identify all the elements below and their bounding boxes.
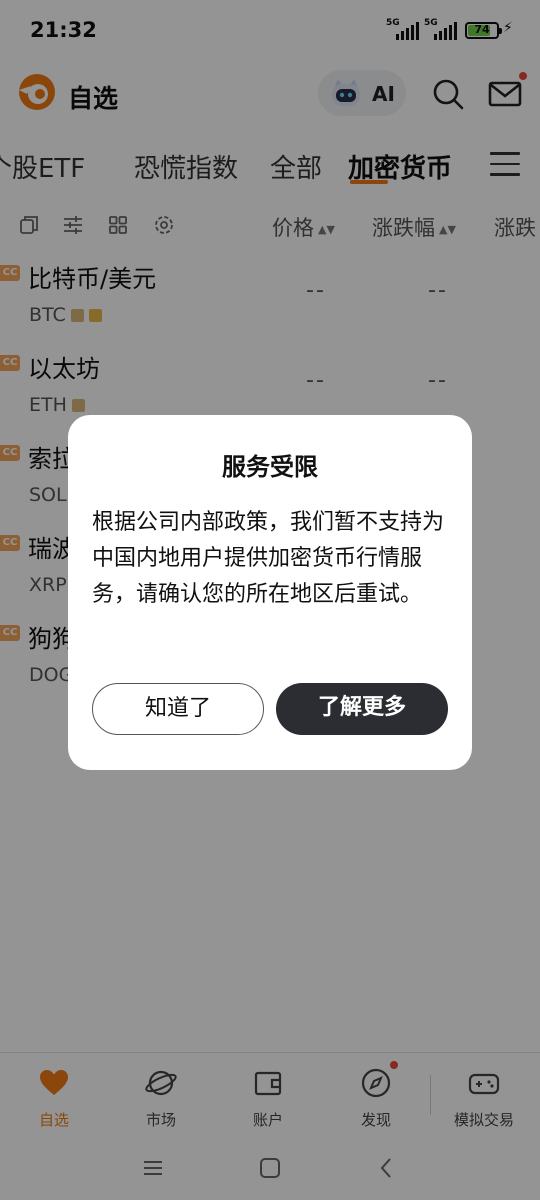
service-restricted-dialog: 服务受限 根据公司内部政策，我们暂不支持为中国内地用户提供加密货币行情服务，请确… <box>68 415 472 770</box>
app-screen: 21:32 5G 5G 74 ⚡ 自选 AI 股ETF 恐慌指数 全部 加密货币… <box>0 0 540 1200</box>
dialog-message: 根据公司内部政策，我们暂不支持为中国内地用户提供加密货币行情服务，请确认您的所在… <box>92 510 445 607</box>
dialog-title: 服务受限 <box>222 453 318 481</box>
got-it-button[interactable]: 知道了 <box>92 683 264 735</box>
learn-more-button[interactable]: 了解更多 <box>276 683 448 735</box>
